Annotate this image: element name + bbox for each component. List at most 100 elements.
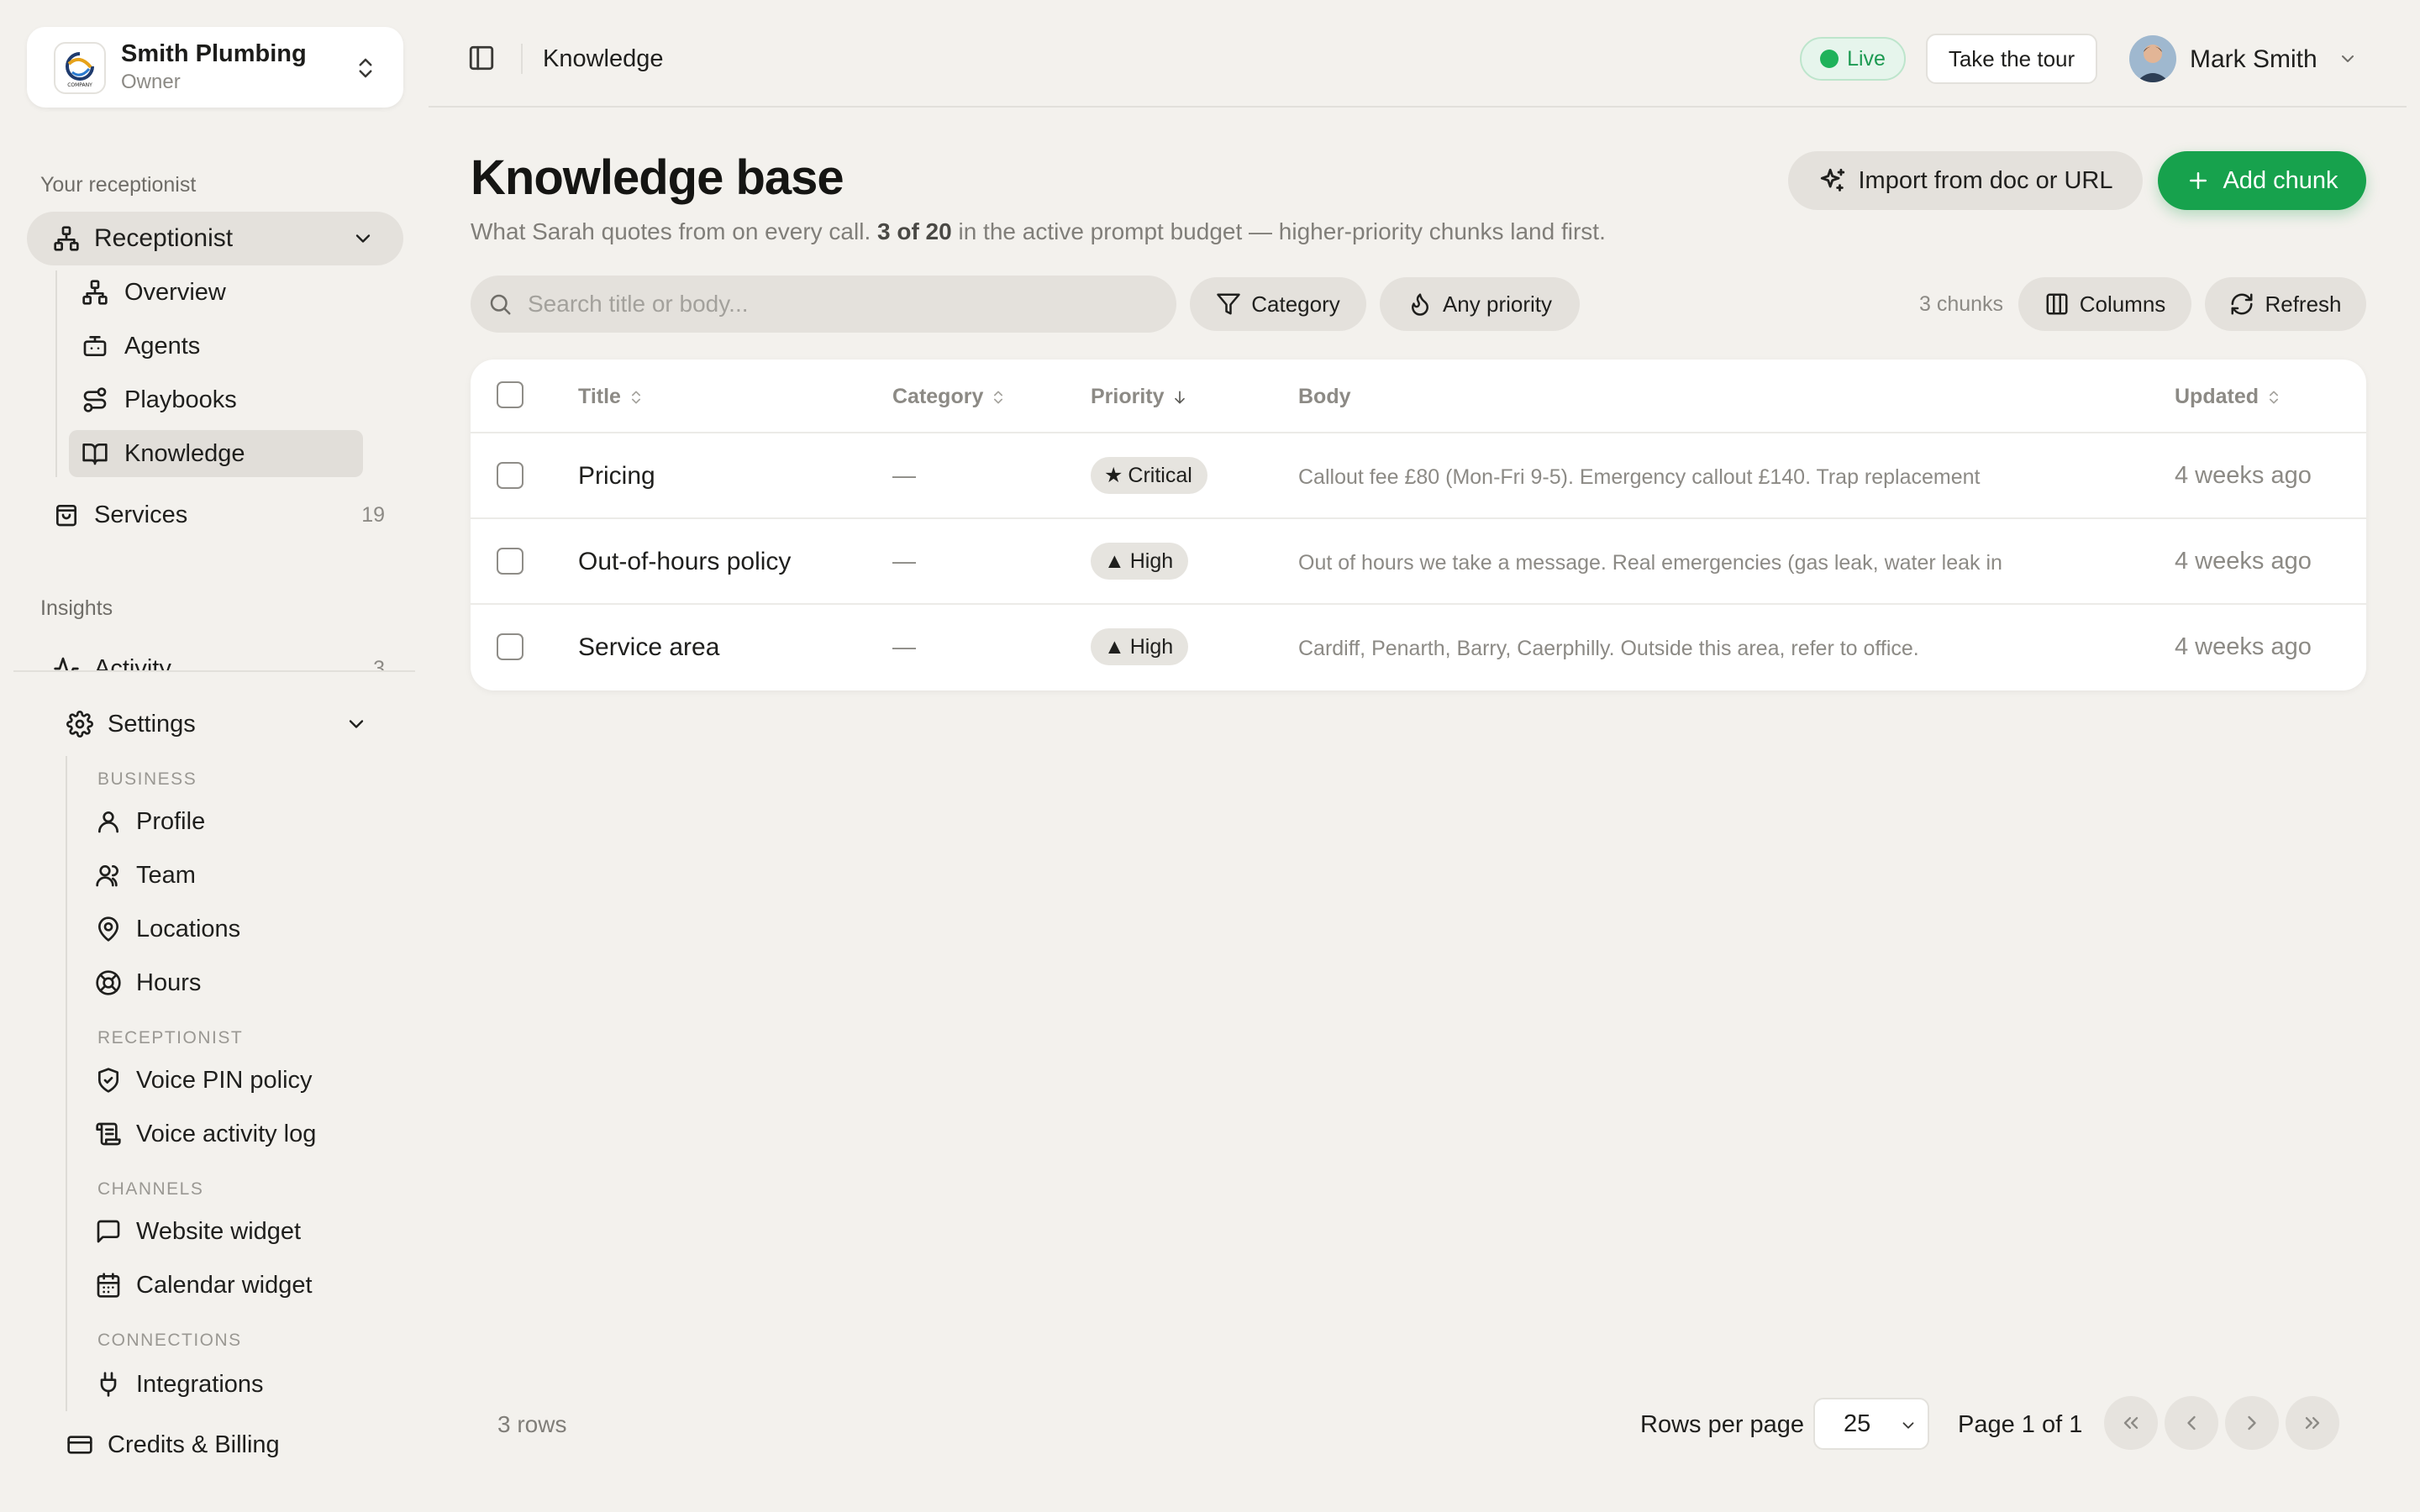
take-tour-button[interactable]: Take the tour	[1926, 34, 2097, 84]
org-name: Smith Plumbing	[121, 40, 307, 67]
table-row[interactable]: Out-of-hours policy — ▲ High Out of hour…	[471, 519, 2366, 605]
group-label-connections: CONNECTIONS	[97, 1331, 242, 1350]
sidebar-item-receptionist[interactable]: Receptionist	[27, 212, 403, 265]
scroll-icon	[94, 1120, 123, 1148]
column-header-category[interactable]: Category	[892, 385, 1007, 409]
search-field[interactable]	[471, 276, 1176, 333]
table-row[interactable]: Service area — ▲ High Cardiff, Penarth, …	[471, 605, 2366, 690]
nav-guide-line	[66, 756, 67, 1411]
sidebar-item-calendar-widget[interactable]: Calendar widget	[94, 1262, 380, 1309]
sidebar-item-label: Knowledge	[124, 439, 245, 467]
triangle-up-icon: ▲	[1104, 549, 1125, 573]
sidebar-item-integrations[interactable]: Integrations	[94, 1361, 380, 1408]
column-header-updated[interactable]: Updated	[2175, 385, 2282, 409]
search-input[interactable]	[528, 291, 1166, 318]
sidebar-item-team[interactable]: Team	[94, 852, 380, 899]
shield-check-icon	[94, 1066, 123, 1095]
page-indicator: Page 1 of 1	[1958, 1411, 2083, 1438]
row-updated: 4 weeks ago	[2175, 548, 2312, 575]
chevrons-up-down-icon	[353, 54, 378, 82]
next-page-button[interactable]	[2225, 1396, 2279, 1450]
sort-icon	[628, 388, 644, 407]
row-title: Service area	[578, 633, 720, 661]
chevron-left-icon	[2180, 1411, 2203, 1435]
sidebar-item-hours[interactable]: Hours	[94, 959, 380, 1006]
sidebar-item-voice-activity-log[interactable]: Voice activity log	[94, 1110, 380, 1158]
divider	[13, 670, 415, 672]
sidebar-item-playbooks[interactable]: Playbooks	[69, 376, 363, 423]
priority-badge: ▲ High	[1091, 628, 1189, 665]
user-name[interactable]: Mark Smith	[2190, 45, 2317, 74]
knowledge-table: Title Category Priority Body Updated Pri…	[471, 360, 2366, 690]
row-checkbox[interactable]	[497, 548, 523, 575]
sidebar-toggle-icon[interactable]	[467, 44, 496, 72]
sidebar-item-profile[interactable]: Profile	[94, 798, 380, 845]
row-body: Out of hours we take a message. Real eme…	[1298, 551, 2002, 575]
row-checkbox[interactable]	[497, 633, 523, 660]
row-updated: 4 weeks ago	[2175, 633, 2312, 660]
chevrons-right-icon	[2301, 1411, 2324, 1435]
credit-card-icon	[66, 1431, 94, 1459]
table-row[interactable]: Pricing — ★ Critical Callout fee £80 (Mo…	[471, 433, 2366, 519]
last-page-button[interactable]	[2286, 1396, 2339, 1450]
org-role: Owner	[121, 71, 181, 93]
sitemap-icon	[52, 224, 81, 253]
add-chunk-label: Add chunk	[2223, 166, 2338, 194]
row-checkbox[interactable]	[497, 462, 523, 489]
group-label-business: BUSINESS	[97, 769, 197, 789]
rows-per-page-select[interactable]: 25	[1813, 1398, 1929, 1450]
sidebar-scroll-area: Activity 3	[0, 638, 429, 672]
import-button[interactable]: Import from doc or URL	[1788, 151, 2143, 210]
refresh-button[interactable]: Refresh	[2205, 277, 2366, 331]
table-header: Title Category Priority Body Updated	[471, 360, 2366, 433]
row-category: —	[892, 548, 916, 574]
sidebar-item-activity[interactable]: Activity 3	[52, 645, 385, 672]
sidebar-item-label: Agents	[124, 332, 201, 360]
life-buoy-icon	[94, 969, 123, 997]
breadcrumb: Knowledge	[543, 45, 664, 72]
chevron-down-icon[interactable]	[2338, 49, 2358, 69]
org-switcher[interactable]: COMPANY Smith Plumbing Owner	[27, 27, 403, 108]
previous-page-button[interactable]	[2165, 1396, 2218, 1450]
sidebar-item-website-widget[interactable]: Website widget	[94, 1208, 380, 1255]
sidebar-item-voice-pin-policy[interactable]: Voice PIN policy	[94, 1057, 380, 1104]
first-page-button[interactable]	[2104, 1396, 2158, 1450]
sidebar-item-label: Overview	[124, 278, 226, 306]
live-dot-icon	[1820, 50, 1839, 68]
activity-icon	[52, 654, 81, 672]
priority-filter-button[interactable]: Any priority	[1380, 277, 1580, 331]
column-header-priority[interactable]: Priority	[1091, 385, 1188, 409]
sidebar-item-label: Hours	[136, 969, 202, 996]
sidebar-item-agents[interactable]: Agents	[69, 323, 363, 370]
sidebar-item-label: Receptionist	[94, 224, 234, 252]
sidebar-item-locations[interactable]: Locations	[94, 906, 380, 953]
sidebar-item-overview[interactable]: Overview	[69, 269, 363, 316]
user-icon	[94, 807, 123, 836]
users-icon	[94, 861, 123, 890]
sidebar-item-label: Services	[94, 501, 188, 528]
sidebar-item-services[interactable]: Services 19	[52, 491, 385, 538]
chevron-right-icon	[2240, 1411, 2264, 1435]
columns-button[interactable]: Columns	[2018, 277, 2191, 331]
sort-icon	[990, 388, 1007, 407]
chevrons-left-icon	[2119, 1411, 2143, 1435]
sidebar-item-credits-billing[interactable]: Credits & Billing	[66, 1421, 368, 1468]
message-square-icon	[94, 1217, 123, 1246]
sidebar-item-settings[interactable]: Settings	[66, 701, 368, 748]
category-filter-button[interactable]: Category	[1190, 277, 1366, 331]
column-header-title[interactable]: Title	[578, 385, 644, 409]
plug-icon	[94, 1370, 123, 1399]
plus-icon	[2186, 168, 2211, 193]
group-label-channels: CHANNELS	[97, 1179, 204, 1199]
live-label: Live	[1847, 46, 1886, 71]
avatar[interactable]	[2129, 35, 2176, 82]
company-logo: COMPANY	[54, 42, 106, 94]
select-all-checkbox[interactable]	[497, 381, 523, 408]
row-updated: 4 weeks ago	[2175, 462, 2312, 489]
chevron-down-icon	[345, 712, 368, 736]
chevron-down-icon	[351, 227, 375, 250]
sidebar-item-knowledge[interactable]: Knowledge	[69, 430, 363, 477]
section-label-receptionist: Your receptionist	[40, 173, 197, 197]
sort-icon	[2265, 388, 2282, 407]
add-chunk-button[interactable]: Add chunk	[2158, 151, 2366, 210]
